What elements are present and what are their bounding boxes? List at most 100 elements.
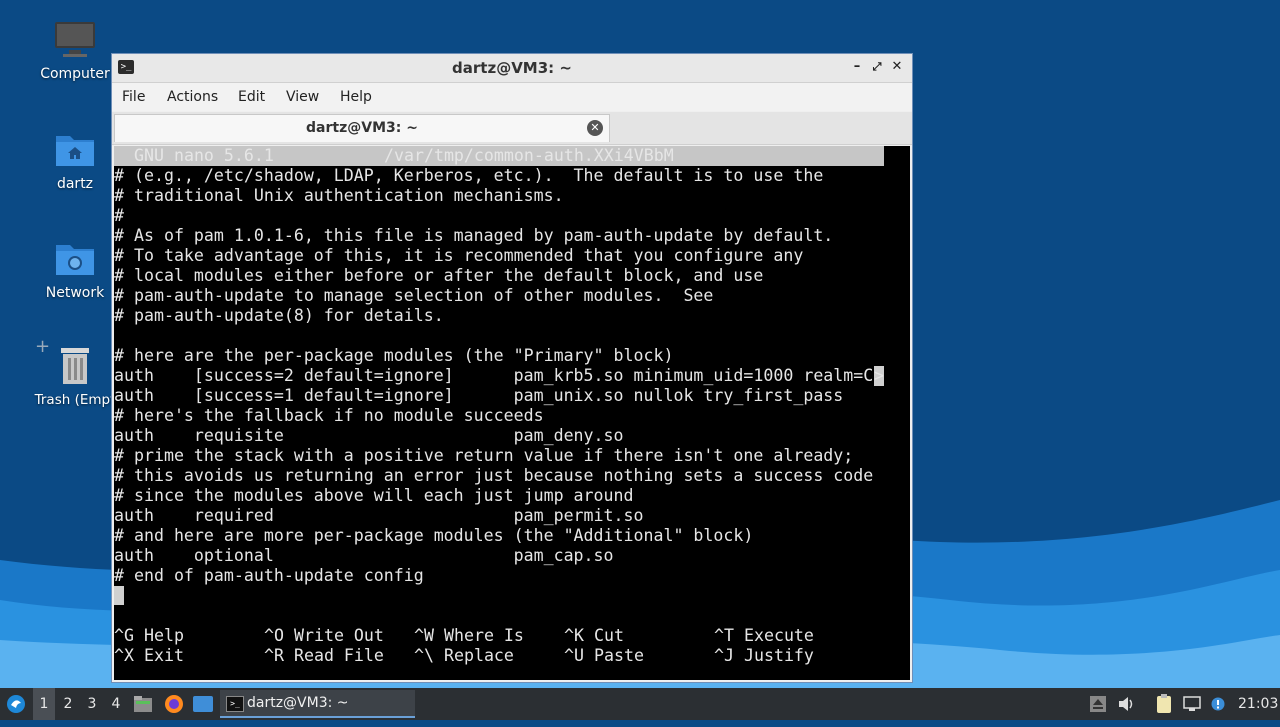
workspace-3[interactable]: 3 xyxy=(81,688,103,720)
tab-terminal[interactable]: dartz@VM3: ~ ✕ xyxy=(114,114,610,142)
start-menu-icon[interactable] xyxy=(4,688,28,720)
comment-line: # As of pam 1.0.1-6, this file is manage… xyxy=(114,226,834,245)
comment-line: # (e.g., /etc/shadow, LDAP, Kerberos, et… xyxy=(114,166,824,185)
comment-line: # To take advantage of this, it is recom… xyxy=(114,246,804,265)
close-icon[interactable]: ✕ xyxy=(888,58,906,76)
comment-line: # traditional Unix authentication mechan… xyxy=(114,186,564,205)
shortcut-label: Justify xyxy=(743,646,814,665)
shortcut-label: Exit xyxy=(143,646,184,665)
window-title: dartz@VM3: ~ xyxy=(452,59,572,77)
shortcut-item[interactable]: ^T Execute xyxy=(714,626,814,646)
desktop-icon-label: dartz xyxy=(56,176,94,192)
workspace-1[interactable]: 1 xyxy=(33,688,55,720)
menubar: File Actions Edit View Help xyxy=(112,83,912,111)
shortcut-item[interactable]: ^U Paste xyxy=(564,646,644,666)
comment-line: # here are the per-package modules (the … xyxy=(114,346,674,365)
menu-edit[interactable]: Edit xyxy=(238,89,265,105)
maximize-icon[interactable]: ⤢ xyxy=(868,58,886,76)
plus-icon: + xyxy=(35,336,51,357)
trash-icon xyxy=(53,344,97,388)
shortcut-item[interactable]: ^W Where Is xyxy=(414,626,524,646)
volume-icon[interactable] xyxy=(1118,688,1138,720)
line-overflow-marker: > xyxy=(874,366,884,386)
nano-version: GNU nano 5.6.1 xyxy=(134,146,274,165)
task-label: dartz@VM3: ~ xyxy=(247,695,349,711)
shortcut-key: ^W xyxy=(414,626,434,645)
terminal-window[interactable]: >_ dartz@VM3: ~ – ⤢ ✕ File Actions Edit … xyxy=(111,53,913,683)
comment-line: # and here are more per-package modules … xyxy=(114,526,754,545)
taskbar: 1 2 3 4 >_ dartz@VM3: ~ 21:03 xyxy=(0,688,1280,720)
comment-line: # pam-auth-update to manage selection of… xyxy=(114,286,714,305)
config-line: auth [success=1 default=ignore] pam_unix… xyxy=(114,386,844,405)
comment-line: # this avoids us returning an error just… xyxy=(114,466,874,485)
shortcut-item[interactable]: ^\ Replace xyxy=(414,646,514,666)
terminal-task-icon: >_ xyxy=(226,696,244,712)
tab-bar: dartz@VM3: ~ ✕ xyxy=(112,112,912,145)
taskbar-task-terminal[interactable]: >_ dartz@VM3: ~ xyxy=(220,690,415,718)
config-line: auth requisite pam_deny.so xyxy=(114,426,624,445)
menu-actions[interactable]: Actions xyxy=(167,89,218,105)
desktop-icon-network[interactable]: Network xyxy=(25,237,125,301)
nano-filename: /var/tmp/common-auth.XXi4VBbM xyxy=(384,146,674,165)
shortcut-label: Paste xyxy=(593,646,644,665)
home-folder-icon xyxy=(53,128,97,172)
tab-close-icon[interactable]: ✕ xyxy=(587,120,603,136)
shortcut-key: ^J xyxy=(714,646,734,665)
network-folder-icon xyxy=(53,237,97,281)
config-line: auth optional pam_cap.so xyxy=(114,546,614,565)
shortcut-key: ^X xyxy=(114,646,134,665)
clipboard-icon[interactable] xyxy=(1156,688,1176,720)
shortcut-label: Replace xyxy=(443,646,514,665)
desktop-icon-label: Network xyxy=(45,285,105,301)
file-manager-icon[interactable] xyxy=(134,688,154,720)
desktop-icon-label: Trash (Empt xyxy=(34,392,116,408)
network-status-icon[interactable] xyxy=(1183,688,1203,720)
window-titlebar[interactable]: >_ dartz@VM3: ~ – ⤢ ✕ xyxy=(112,54,912,83)
clock[interactable]: 21:03 xyxy=(1238,688,1278,720)
desktop-icon-computer[interactable]: Computer xyxy=(25,18,125,82)
comment-line: # local modules either before or after t… xyxy=(114,266,764,285)
desktop-icon-label: Computer xyxy=(40,66,110,82)
config-line: auth [success=2 default=ignore] pam_krb5… xyxy=(114,366,874,385)
show-desktop-icon[interactable] xyxy=(193,688,215,720)
shortcut-item[interactable]: ^O Write Out xyxy=(264,626,384,646)
comment-line: # end of pam-auth-update config xyxy=(114,566,424,585)
desktop-icon-home[interactable]: dartz xyxy=(25,128,125,192)
shortcut-key: ^T xyxy=(714,626,734,645)
shortcut-label: Execute xyxy=(743,626,814,645)
comment-line: # since the modules above will each just… xyxy=(114,486,634,505)
computer-icon xyxy=(53,18,97,62)
comment-line: # pam-auth-update(8) for details. xyxy=(114,306,444,325)
shortcut-label: Where Is xyxy=(443,626,524,645)
shortcut-label: Help xyxy=(143,626,184,645)
menu-file[interactable]: File xyxy=(122,89,145,105)
update-notifier-icon[interactable] xyxy=(1211,688,1227,720)
workspace-2[interactable]: 2 xyxy=(57,688,79,720)
firefox-icon[interactable] xyxy=(164,688,184,720)
comment-line: # xyxy=(114,206,124,225)
menu-view[interactable]: View xyxy=(286,89,319,105)
tab-label: dartz@VM3: ~ xyxy=(306,120,418,136)
shortcut-item[interactable]: ^R Read File xyxy=(264,646,384,666)
comment-line: # here's the fallback if no module succe… xyxy=(114,406,544,425)
tray-eject-icon[interactable] xyxy=(1090,688,1108,720)
shortcut-label: Cut xyxy=(593,626,624,645)
minimize-icon[interactable]: – xyxy=(848,58,866,76)
menu-help[interactable]: Help xyxy=(340,89,372,105)
workspace-4[interactable]: 4 xyxy=(105,688,127,720)
shortcut-item[interactable]: ^G Help xyxy=(114,626,184,646)
shortcut-label: Read File xyxy=(293,646,384,665)
shortcut-label: Write Out xyxy=(293,626,384,645)
shortcut-key: ^G xyxy=(114,626,134,645)
shortcut-key: ^O xyxy=(264,626,284,645)
text-cursor xyxy=(114,586,124,606)
shortcut-key: ^R xyxy=(264,646,284,665)
terminal-area[interactable]: GNU nano 5.6.1/var/tmp/common-auth.XXi4V… xyxy=(114,146,910,680)
config-line: auth required pam_permit.so xyxy=(114,506,644,525)
shortcut-item[interactable]: ^K Cut xyxy=(564,626,624,646)
shortcut-key: ^K xyxy=(564,626,584,645)
shortcut-item[interactable]: ^X Exit xyxy=(114,646,184,666)
shortcut-item[interactable]: ^J Justify xyxy=(714,646,814,666)
shortcut-key: ^U xyxy=(564,646,584,665)
nano-header: GNU nano 5.6.1/var/tmp/common-auth.XXi4V… xyxy=(114,146,884,166)
